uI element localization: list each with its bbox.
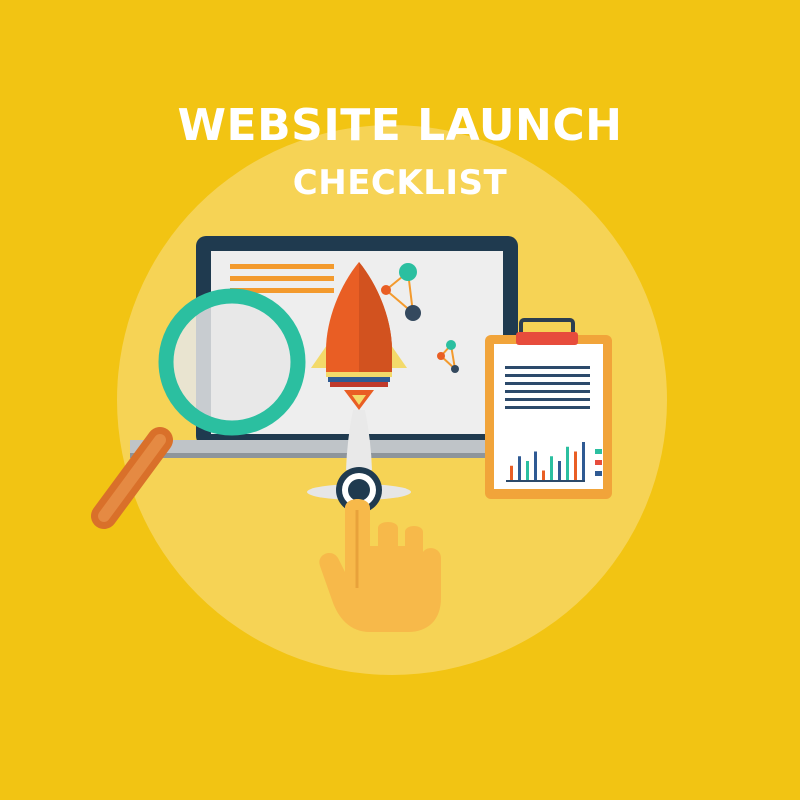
- clipboard-bar: [582, 442, 585, 480]
- screen-line: [230, 264, 334, 269]
- clipboard-bar: [566, 446, 569, 480]
- screen-line: [230, 276, 334, 281]
- page-subtitle: CHECKLIST: [292, 163, 508, 203]
- illustration-canvas: WEBSITE LAUNCH CHECKLIST: [0, 0, 800, 800]
- clipboard-bar: [518, 456, 521, 480]
- clipboard-bar: [542, 470, 545, 480]
- page-title: WEBSITE LAUNCH: [177, 100, 623, 151]
- clipboard-bar: [558, 461, 561, 480]
- clipboard-bar: [526, 461, 529, 480]
- clipboard-icon: [485, 318, 612, 499]
- clipboard-bar: [510, 465, 513, 480]
- clipboard-bar: [534, 451, 537, 480]
- clipboard-bar: [574, 451, 577, 480]
- clipboard-bar: [550, 456, 553, 480]
